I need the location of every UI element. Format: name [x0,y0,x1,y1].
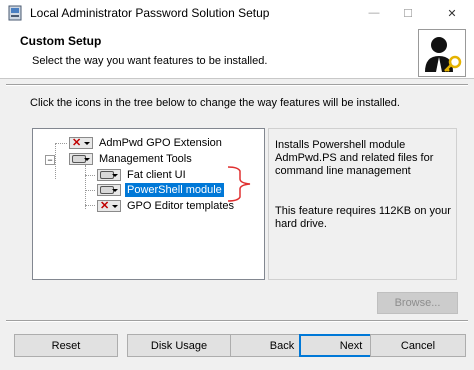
feature-tree[interactable]: ✕ AdmPwd GPO Extension Management Tools … [32,128,265,280]
tree-item-label: AdmPwd GPO Extension [99,137,222,149]
tree-item-admpwd-gpo-extension[interactable]: ✕ AdmPwd GPO Extension [69,136,224,150]
tree-connector [85,175,95,176]
minimize-icon: — [368,7,380,19]
page-subtitle: Select the way you want features to be i… [32,55,268,67]
window-title: Local Administrator Password Solution Se… [30,6,270,20]
maximize-button[interactable]: ☐ [388,0,428,26]
tree-item-label: Fat client UI [127,169,186,181]
feature-state-dropdown[interactable]: ✕ [97,200,121,212]
tree-connector [85,205,95,206]
reset-button[interactable]: Reset [14,334,118,357]
not-installed-x-icon: ✕ [72,137,82,149]
collapse-toggle-icon[interactable]: − [45,155,55,165]
close-icon: ✕ [447,7,457,20]
cancel-button[interactable]: Cancel [370,334,466,357]
feature-state-dropdown[interactable]: ✕ [69,137,93,149]
instructions-text: Click the icons in the tree below to cha… [30,97,400,109]
close-button[interactable]: ✕ [432,0,472,26]
dropdown-arrow-icon [112,189,118,192]
feature-state-dropdown[interactable] [97,184,121,196]
tree-item-gpo-editor-templates[interactable]: ✕ GPO Editor templates [97,199,236,213]
tree-connector [85,165,86,209]
browse-button[interactable]: Browse... [377,292,458,314]
annotation-highlight [140,181,229,194]
installer-app-icon [8,5,22,21]
tree-item-label: Management Tools [99,153,192,165]
dropdown-arrow-icon [84,158,90,161]
tree-connector [85,190,95,191]
dropdown-arrow-icon [84,142,90,145]
page-title: Custom Setup [20,34,102,48]
user-key-icon [418,29,466,77]
separator [6,84,468,86]
annotation-brace-icon [228,166,251,202]
tree-item-management-tools[interactable]: Management Tools [69,152,194,166]
not-installed-x-icon: ✕ [100,200,110,212]
title-bar: Local Administrator Password Solution Se… [0,0,474,26]
separator [6,320,468,322]
header-panel: Custom Setup Select the way you want fea… [0,26,474,79]
feature-size-note: This feature requires 112KB on your hard… [275,205,451,230]
maximize-icon: ☐ [403,7,413,20]
tree-connector [55,143,67,144]
disk-usage-button[interactable]: Disk Usage [127,334,231,357]
feature-state-dropdown[interactable] [97,169,121,181]
tree-item-fat-client-ui[interactable]: Fat client UI [97,168,188,182]
dropdown-arrow-icon [112,174,118,177]
feature-description: Installs Powershell module AdmPwd.PS and… [275,139,434,177]
tree-item-label: GPO Editor templates [127,200,234,212]
feature-state-dropdown[interactable] [69,153,93,165]
tree-connector [55,143,56,179]
dropdown-arrow-icon [112,205,118,208]
feature-description-panel: Installs Powershell module AdmPwd.PS and… [268,128,457,280]
